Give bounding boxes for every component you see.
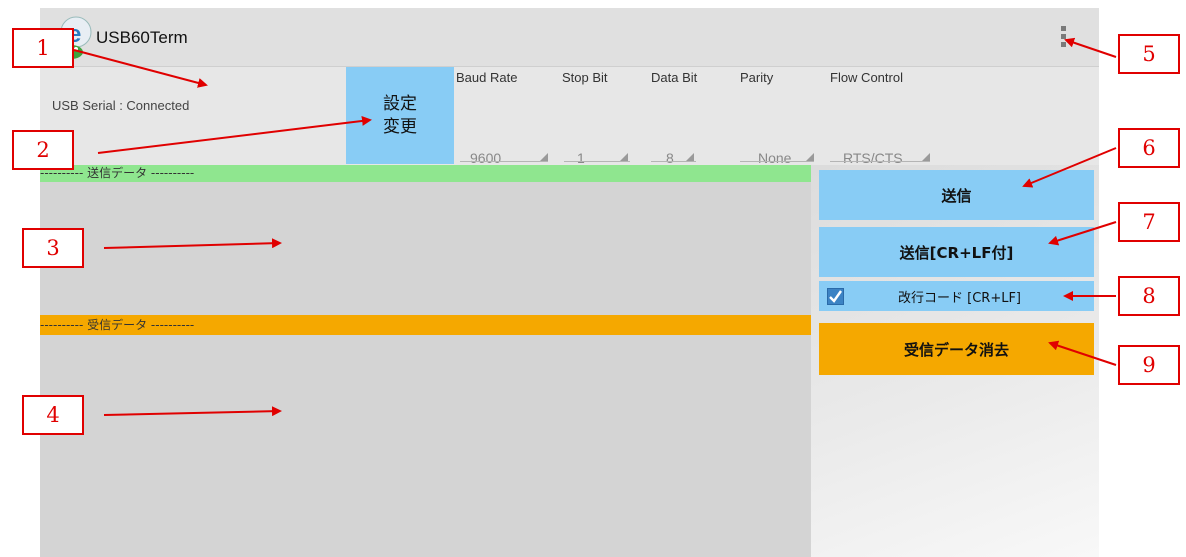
callout-2: 2 (12, 130, 74, 170)
overflow-menu-icon[interactable] (1060, 26, 1068, 52)
usb-status-label: USB Serial : Connected (52, 98, 190, 113)
flow-control-dropdown-icon (922, 153, 930, 161)
callout-8: 8 (1118, 276, 1180, 316)
parity-label: Parity (740, 70, 774, 85)
callout-6: 6 (1118, 128, 1180, 168)
callout-3: 3 (22, 228, 84, 268)
parity-dropdown-icon (806, 153, 814, 161)
baud-rate-value: 9600 (470, 150, 502, 166)
flow-control-value: RTS/CTS (843, 150, 903, 166)
receive-data-header: ---------- 受信データ ---------- (40, 315, 811, 335)
data-bit-value: 8 (666, 150, 674, 166)
action-bar: e USB60Term (40, 8, 1099, 67)
action-panel: 送信 送信[CR+LF付] 改行コード [CR+LF] 受信データ消去 (811, 165, 1099, 557)
flow-control-spinner[interactable]: Flow Control RTS/CTS (830, 67, 940, 166)
data-bit-label: Data Bit (651, 70, 698, 85)
change-settings-label: 設定 変更 (383, 93, 417, 137)
crlf-checkbox-label: 改行コード [CR+LF] (898, 291, 1021, 306)
flow-control-label: Flow Control (830, 70, 903, 85)
baud-rate-label: Baud Rate (456, 70, 518, 85)
callout-1: 1 (12, 28, 74, 68)
callout-9: 9 (1118, 345, 1180, 385)
data-bit-dropdown-icon (686, 153, 694, 161)
data-bit-spinner[interactable]: Data Bit 8 (651, 67, 733, 166)
baud-rate-dropdown-icon (540, 153, 548, 161)
send-button[interactable]: 送信 (819, 170, 1094, 220)
stop-bit-dropdown-icon (620, 153, 628, 161)
clear-receive-button[interactable]: 受信データ消去 (819, 323, 1094, 375)
baud-rate-spinner[interactable]: Baud Rate 9600 (456, 67, 560, 166)
stop-bit-value: 1 (577, 150, 585, 166)
app-title: USB60Term (96, 28, 188, 47)
app-window: e USB60Term USB Serial : Connected 設定 変更 … (40, 8, 1099, 557)
parity-spinner[interactable]: Parity None (740, 67, 822, 166)
send-crlf-button[interactable]: 送信[CR+LF付] (819, 227, 1094, 277)
callout-4: 4 (22, 395, 84, 435)
receive-data-display (40, 335, 811, 557)
callout-5: 5 (1118, 34, 1180, 74)
check-icon (829, 290, 842, 303)
send-data-header: ---------- 送信データ ---------- (40, 165, 811, 182)
parity-value: None (758, 150, 792, 166)
stop-bit-label: Stop Bit (562, 70, 608, 85)
crlf-toggle[interactable]: 改行コード [CR+LF] (819, 281, 1094, 311)
change-settings-button[interactable]: 設定 変更 (346, 67, 454, 164)
crlf-checkbox[interactable] (827, 288, 844, 305)
stop-bit-spinner[interactable]: Stop Bit 1 (562, 67, 646, 166)
settings-row: USB Serial : Connected 設定 変更 Baud Rate 96… (40, 67, 1099, 171)
send-data-input[interactable] (40, 182, 811, 315)
callout-7: 7 (1118, 202, 1180, 242)
